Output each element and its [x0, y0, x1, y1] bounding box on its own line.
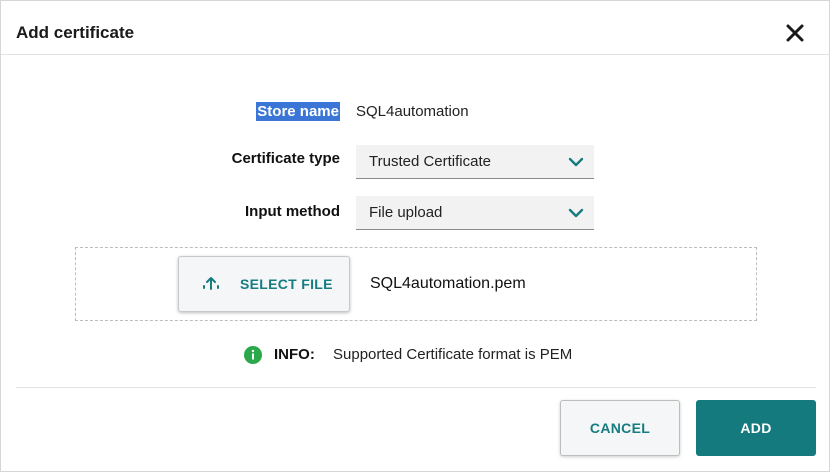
certificate-type-select[interactable]: Trusted Certificate — [356, 145, 594, 179]
selected-file-name: SQL4automation.pem — [370, 275, 526, 292]
info-label: INFO: — [274, 346, 315, 363]
certificate-type-label: Certificate type — [231, 150, 340, 167]
chevron-down-icon — [568, 154, 584, 170]
close-icon[interactable] — [783, 21, 807, 45]
store-name-label-text: Store name — [256, 102, 340, 121]
input-method-select[interactable]: File upload — [356, 196, 594, 230]
select-file-button[interactable]: SELECT FILE — [178, 256, 350, 312]
upload-icon — [201, 274, 221, 294]
input-method-label: Input method — [245, 203, 340, 220]
dialog-title: Add certificate — [16, 23, 135, 42]
input-method-value: File upload — [369, 204, 443, 221]
add-button[interactable]: ADD — [696, 400, 816, 456]
info-text: Supported Certificate format is PEM — [333, 346, 573, 363]
dialog-header: Add certificate — [1, 1, 830, 55]
store-name-value: SQL4automation — [356, 103, 469, 120]
store-name-label: Store name — [140, 102, 340, 121]
footer-divider — [16, 387, 816, 388]
cancel-button[interactable]: CANCEL — [560, 400, 680, 456]
chevron-down-icon — [568, 205, 584, 221]
select-file-label: SELECT FILE — [240, 276, 333, 292]
info-icon — [244, 346, 262, 364]
certificate-type-value: Trusted Certificate — [369, 153, 491, 170]
add-certificate-dialog: Add certificate Store name SQL4automatio… — [0, 0, 830, 472]
